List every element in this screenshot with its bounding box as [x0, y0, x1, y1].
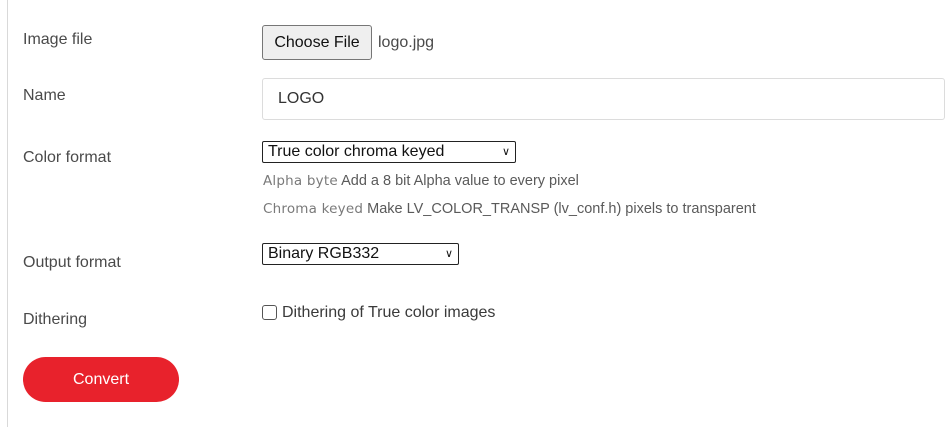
output-format-label: Output format	[23, 254, 121, 271]
output-format-selected: Binary RGB332	[268, 245, 380, 262]
help-text: Add a 8 bit Alpha value to every pixel	[341, 173, 579, 189]
selected-file-name: logo.jpg	[378, 34, 435, 51]
dithering-label: Dithering	[23, 311, 88, 328]
chevron-down-icon: ∨	[444, 248, 453, 260]
alpha-byte-help: Alpha byte Add a 8 bit Alpha value to ev…	[263, 173, 579, 189]
help-text: Make LV_COLOR_TRANSP (lv_conf.h) pixels …	[367, 201, 756, 217]
color-format-selected: True color chroma keyed	[268, 143, 445, 160]
chroma-keyed-help: Chroma keyed Make LV_COLOR_TRANSP (lv_co…	[263, 201, 756, 217]
output-format-select[interactable]: Binary RGB332 ∨	[262, 243, 459, 265]
choose-file-button[interactable]: Choose File	[262, 25, 372, 60]
color-format-label: Color format	[23, 149, 112, 166]
color-format-select[interactable]: True color chroma keyed ∨	[262, 141, 516, 163]
convert-button[interactable]: Convert	[23, 357, 179, 402]
chevron-down-icon: ∨	[501, 146, 510, 158]
dithering-checkbox-label[interactable]: Dithering of True color images	[282, 304, 495, 322]
dithering-checkbox[interactable]	[262, 305, 277, 320]
name-input[interactable]	[262, 78, 945, 120]
name-label: Name	[23, 87, 66, 104]
help-key: Alpha byte	[263, 173, 338, 189]
image-file-label: Image file	[23, 31, 93, 48]
help-key: Chroma keyed	[263, 201, 364, 217]
